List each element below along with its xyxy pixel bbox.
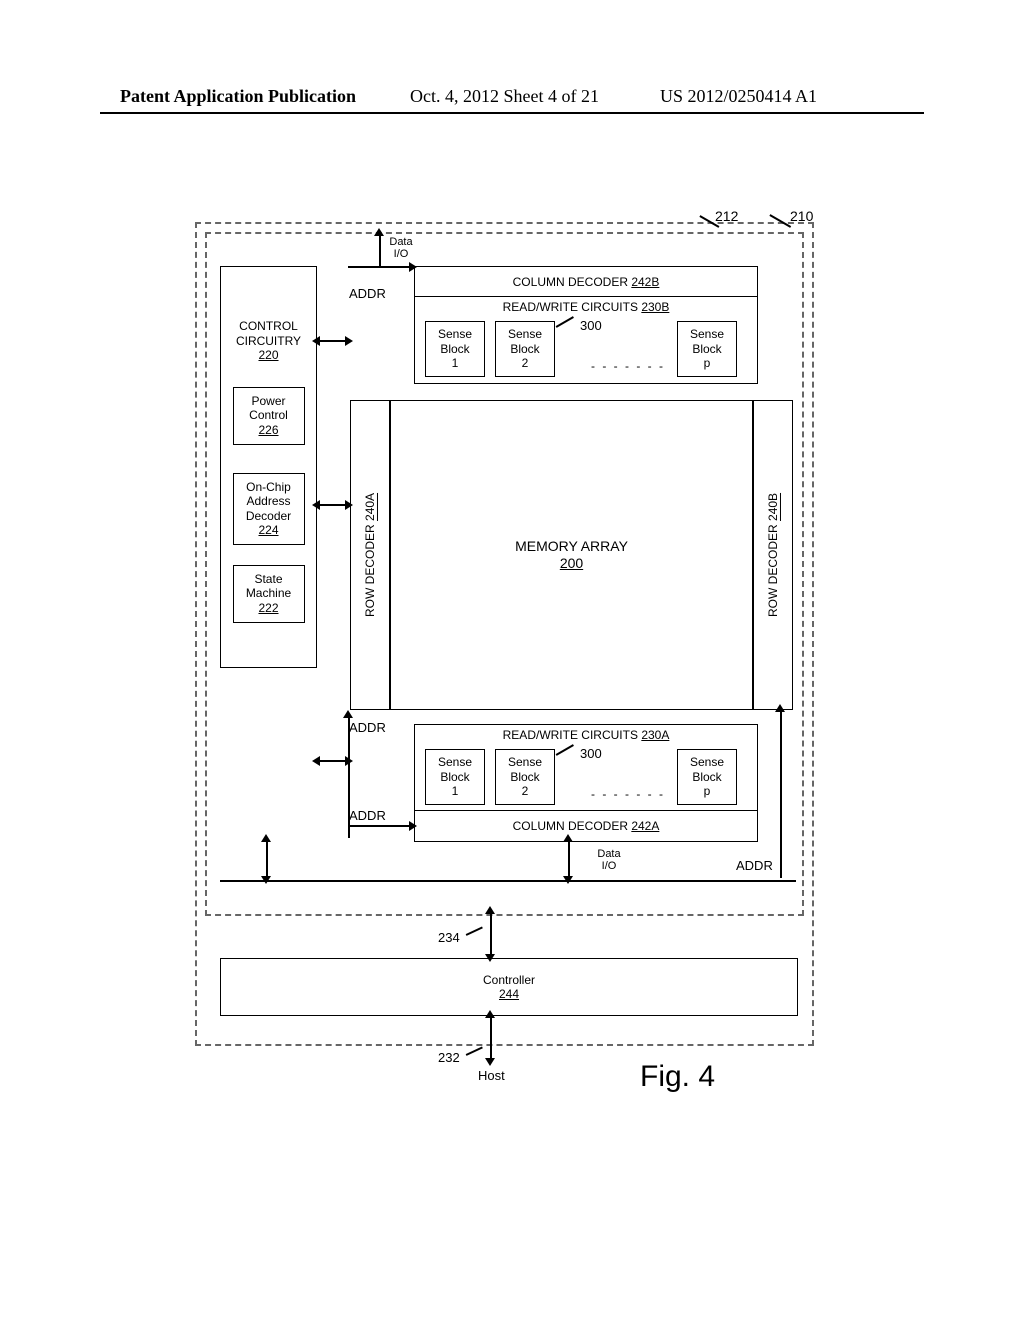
controller-label: Controller bbox=[483, 973, 535, 987]
sense-b-p-label: Sense Block bbox=[690, 327, 724, 356]
rowdec-b-label: ROW DECODER bbox=[766, 524, 780, 617]
dataio-top: Data I/O bbox=[386, 236, 416, 260]
ref-220: 220 bbox=[258, 348, 278, 362]
rw-circuits-a: READ/WRITE CIRCUITS 230A Sense Block 1 S… bbox=[414, 724, 758, 812]
coldec-b-label: COLUMN DECODER bbox=[513, 275, 628, 289]
row-decoder-a: ROW DECODER 240A bbox=[350, 400, 390, 710]
memory-array: MEMORY ARRAY 200 bbox=[390, 400, 753, 710]
sense-b-1-label: Sense Block bbox=[438, 327, 472, 356]
ref-300-bot: 300 bbox=[580, 746, 602, 761]
header-rule bbox=[100, 112, 924, 114]
ref-240a: 240A bbox=[363, 493, 377, 521]
addr-right: ADDR bbox=[736, 858, 773, 873]
sense-b-p-num: p bbox=[704, 356, 711, 370]
column-decoder-b: COLUMN DECODER 242B bbox=[414, 266, 758, 298]
header-left: Patent Application Publication bbox=[120, 86, 356, 107]
sense-a-2-label: Sense Block bbox=[508, 755, 542, 784]
dataio-bot: Data I/O bbox=[594, 848, 624, 872]
ref-222: 222 bbox=[258, 601, 278, 615]
sense-a-p-label: Sense Block bbox=[690, 755, 724, 784]
sense-a-1-label: Sense Block bbox=[438, 755, 472, 784]
row-decoder-b: ROW DECODER 240B bbox=[753, 400, 793, 710]
addr-decoder-label: On-Chip Address Decoder bbox=[246, 480, 291, 523]
addr-bot2: ADDR bbox=[349, 808, 386, 823]
ref-242a: 242A bbox=[631, 819, 659, 833]
ref-226: 226 bbox=[258, 423, 278, 437]
header-mid: Oct. 4, 2012 Sheet 4 of 21 bbox=[410, 86, 599, 107]
ref-242b: 242B bbox=[631, 275, 659, 289]
ref-224: 224 bbox=[258, 523, 278, 537]
power-control-label: Power Control bbox=[249, 394, 288, 423]
ref-200: 200 bbox=[560, 555, 583, 572]
ref-230b: 230B bbox=[641, 300, 669, 314]
control-circuitry: CONTROL CIRCUITRY 220 Power Control 226 … bbox=[220, 266, 317, 668]
coldec-a-label: COLUMN DECODER bbox=[513, 819, 628, 833]
state-machine-label: State Machine bbox=[246, 572, 291, 601]
sense-a-2-num: 2 bbox=[522, 784, 529, 798]
rw-b-label: READ/WRITE CIRCUITS bbox=[503, 300, 638, 314]
rw-a-label: READ/WRITE CIRCUITS bbox=[503, 728, 638, 742]
addr-top: ADDR bbox=[349, 286, 386, 301]
sense-a-1-num: 1 bbox=[452, 784, 459, 798]
ref-300-top: 300 bbox=[580, 318, 602, 333]
rw-circuits-b: READ/WRITE CIRCUITS 230B Sense Block 1 S… bbox=[414, 296, 758, 384]
ref-232: 232 bbox=[438, 1050, 460, 1065]
sense-a-p-num: p bbox=[704, 784, 711, 798]
ref-240b: 240B bbox=[766, 493, 780, 521]
sense-b-2-label: Sense Block bbox=[508, 327, 542, 356]
controller: Controller 244 bbox=[220, 958, 798, 1016]
sense-b-1-num: 1 bbox=[452, 356, 459, 370]
rowdec-a-label: ROW DECODER bbox=[363, 524, 377, 617]
ref-212: 212 bbox=[715, 208, 738, 224]
control-circuitry-label: CONTROL CIRCUITRY bbox=[236, 319, 301, 347]
addr-bot1: ADDR bbox=[349, 720, 386, 735]
ref-210: 210 bbox=[790, 208, 813, 224]
figure-label: Fig. 4 bbox=[640, 1060, 715, 1094]
ref-230a: 230A bbox=[641, 728, 669, 742]
ref-234: 234 bbox=[438, 930, 460, 945]
ref-244: 244 bbox=[499, 987, 519, 1001]
header-right: US 2012/0250414 A1 bbox=[660, 86, 817, 107]
column-decoder-a: COLUMN DECODER 242A bbox=[414, 810, 758, 842]
host-label: Host bbox=[478, 1068, 505, 1083]
memory-array-label: MEMORY ARRAY bbox=[515, 538, 628, 555]
sense-b-2-num: 2 bbox=[522, 356, 529, 370]
